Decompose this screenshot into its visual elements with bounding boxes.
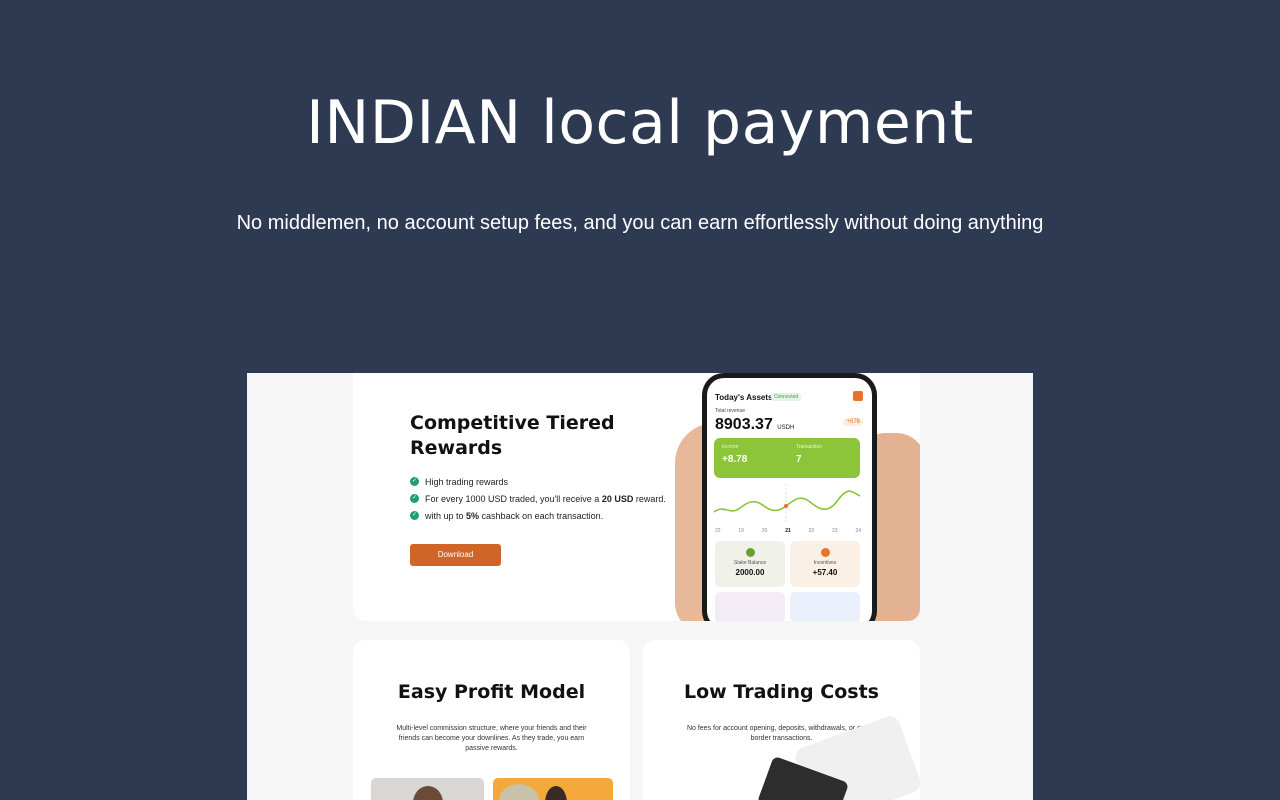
costs-card: Low Trading Costs No fees for account op…: [643, 640, 920, 800]
coin-icon: [745, 548, 755, 557]
rewards-card: Competitive Tiered Rewards ✓ High tradin…: [353, 373, 920, 621]
revenue-value: 8903.37 USDH: [715, 416, 795, 433]
profit-text: Multi-level commission structure, where …: [396, 725, 587, 752]
status-badge: Connected: [771, 393, 802, 401]
product-screenshot: Competitive Tiered Rewards ✓ High tradin…: [247, 373, 1033, 800]
download-button[interactable]: Download: [410, 544, 501, 566]
costs-title: Low Trading Costs: [684, 681, 879, 703]
person-money-photo: [493, 778, 613, 800]
hero-subtitle: No middlemen, no account setup fees, and…: [236, 212, 1044, 234]
list-item: ✓ For every 1000 USD traded, you'll rece…: [410, 493, 666, 504]
profit-title: Easy Profit Model: [397, 681, 586, 703]
list-item: ✓ High trading rewards: [410, 476, 509, 487]
phone-screen: Today's Assets Connected Total revenue 8…: [707, 378, 872, 621]
assets-header: Today's Assets: [715, 393, 773, 402]
rewards-title: Competitive Tiered Rewards: [410, 412, 615, 459]
transaction-value: 7: [796, 454, 802, 465]
incentives-card: Incentives +57.40: [790, 541, 860, 587]
hero-title: INDIAN local payment: [306, 88, 974, 158]
rewards-list: ✓ High trading rewards ✓ For every 1000 …: [410, 473, 666, 524]
stake-card: Stake Balance 2000.00: [715, 541, 785, 587]
gift-icon: [853, 391, 863, 401]
income-label: Income: [722, 444, 739, 450]
check-icon: ✓: [410, 477, 419, 486]
income-value: +8.78: [722, 454, 748, 465]
transaction-label: Transaction: [796, 444, 822, 450]
phone-mockup: Today's Assets Connected Total revenue 8…: [702, 373, 877, 621]
revenue-label: Total revenue: [715, 408, 746, 414]
day-axis: 22 19 20 21 22 23 24: [715, 528, 861, 534]
income-panel: Income +8.78 Transaction 7: [714, 438, 860, 478]
person-photo: [371, 778, 484, 800]
exchange-card: [790, 592, 860, 621]
check-icon: ✓: [410, 511, 419, 520]
medal-icon: [820, 548, 830, 557]
profit-card: Easy Profit Model Multi-level commission…: [353, 640, 630, 800]
list-item: ✓ with up to 5% cashback on each transac…: [410, 510, 604, 521]
revenue-badge: +876: [843, 418, 863, 426]
check-icon: ✓: [410, 494, 419, 503]
user-card: [715, 592, 785, 621]
revenue-sparkline: [713, 484, 861, 524]
